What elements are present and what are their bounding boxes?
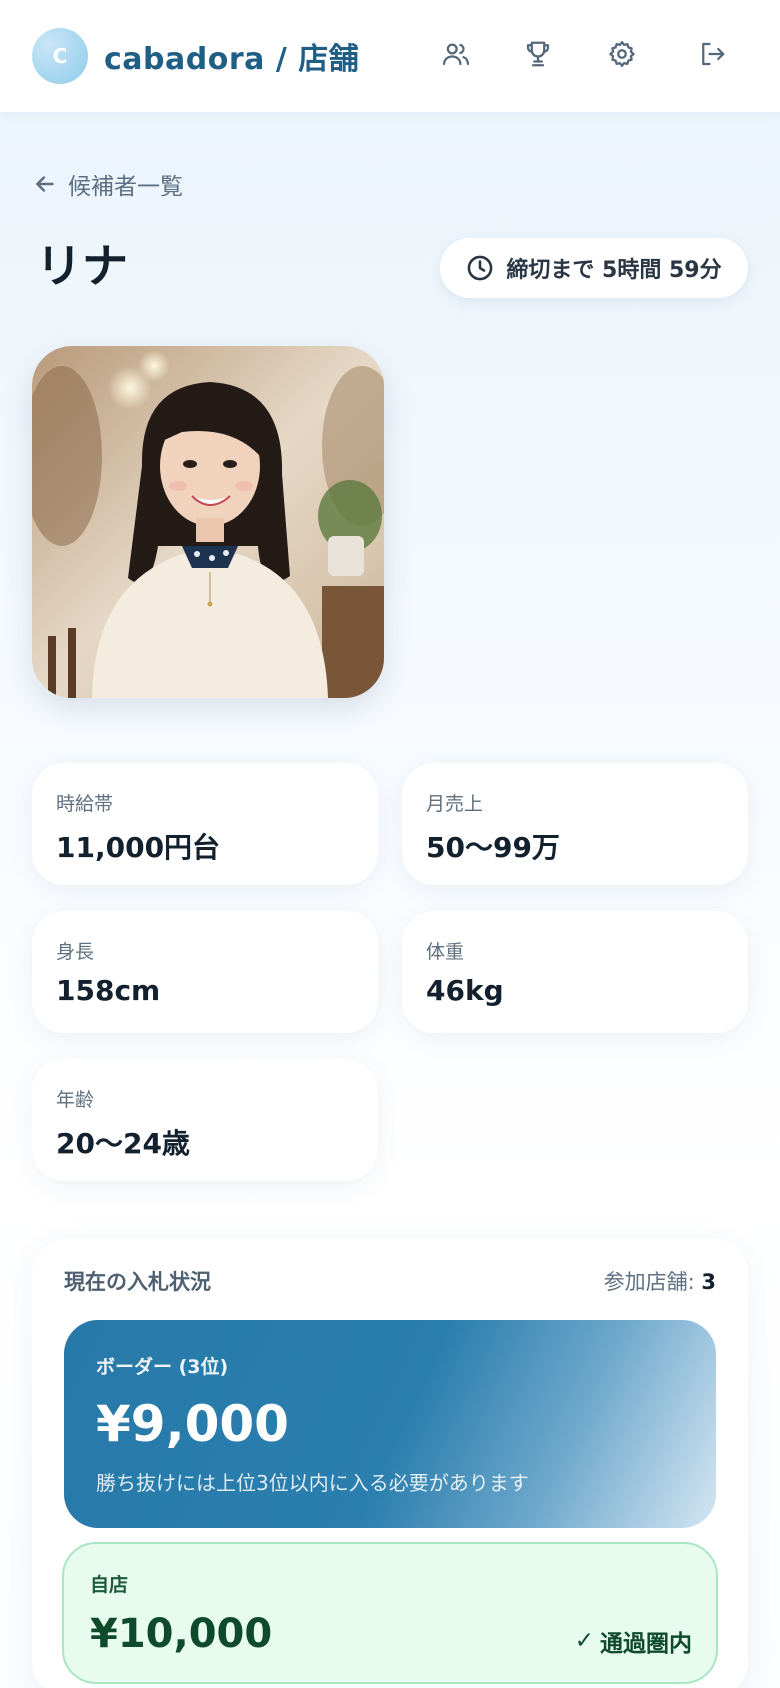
brand-title: cabadora / 店舗 bbox=[104, 42, 360, 77]
arrow-left-icon bbox=[36, 176, 54, 192]
logo-avatar[interactable]: C bbox=[32, 28, 88, 84]
own-bid-status-text: 通過圏内 bbox=[600, 1631, 692, 1657]
stat-value: 46kg bbox=[426, 974, 504, 1007]
stat-card-weight: 体重 46kg bbox=[402, 911, 748, 1033]
participant-count-label: 参加店舗: bbox=[603, 1270, 695, 1294]
stat-label: 体重 bbox=[426, 941, 465, 963]
gear-icon[interactable] bbox=[604, 36, 640, 72]
own-bid-card: 自店 ¥10,000 ✓ 通過圏内 bbox=[62, 1542, 718, 1684]
border-bid-card: ボーダー (3位) ¥9,000 勝ち抜けには上位3位以内に入る必要があります bbox=[64, 1320, 716, 1528]
logout-icon[interactable] bbox=[694, 36, 730, 72]
border-amount: ¥9,000 bbox=[96, 1395, 289, 1453]
participant-count-value: 3 bbox=[701, 1270, 716, 1294]
stat-card-age: 年齢 20〜24歳 bbox=[32, 1059, 378, 1181]
deadline-badge: 締切まで 5時間 59分 bbox=[440, 238, 748, 298]
logo-letter: C bbox=[52, 44, 68, 68]
stat-value: 20〜24歳 bbox=[56, 1127, 190, 1160]
bid-status-panel: 現在の入札状況 参加店舗: 3 ボーダー (3位) ¥9,000 勝ち抜けには上… bbox=[32, 1238, 748, 1688]
deadline-text: 締切まで 5時間 59分 bbox=[506, 258, 722, 283]
stat-label: 月売上 bbox=[426, 793, 484, 815]
back-to-candidates-link[interactable]: 候補者一覧 bbox=[32, 166, 183, 202]
stat-label: 身長 bbox=[56, 941, 95, 963]
own-bid-status: ✓ 通過圏内 bbox=[575, 1624, 692, 1658]
stat-card-height: 身長 158cm bbox=[32, 911, 378, 1033]
participant-count: 参加店舗: 3 bbox=[604, 1266, 716, 1296]
candidate-photo bbox=[32, 346, 384, 698]
back-link-label: 候補者一覧 bbox=[68, 174, 183, 200]
stat-card-hourly: 時給帯 11,000円台 bbox=[32, 763, 378, 885]
candidate-name: リナ bbox=[36, 239, 128, 293]
border-note: 勝ち抜けには上位3位以内に入る必要があります bbox=[96, 1471, 529, 1495]
clock-icon bbox=[468, 255, 493, 281]
stat-value: 11,000円台 bbox=[56, 831, 221, 864]
trophy-icon[interactable] bbox=[520, 36, 556, 72]
stat-value: 50〜99万 bbox=[426, 831, 560, 864]
app-header: C cabadora / 店舗 bbox=[0, 0, 780, 112]
own-bid-label: 自店 bbox=[90, 1574, 129, 1596]
check-icon: ✓ bbox=[574, 1628, 594, 1654]
stat-label: 時給帯 bbox=[56, 793, 114, 815]
users-icon[interactable] bbox=[438, 36, 474, 72]
border-label: ボーダー (3位) bbox=[96, 1356, 229, 1378]
stat-label: 年齢 bbox=[56, 1089, 95, 1111]
bid-status-title: 現在の入札状況 bbox=[64, 1270, 211, 1294]
stat-card-monthly-sales: 月売上 50〜99万 bbox=[402, 763, 748, 885]
stat-value: 158cm bbox=[56, 974, 161, 1007]
